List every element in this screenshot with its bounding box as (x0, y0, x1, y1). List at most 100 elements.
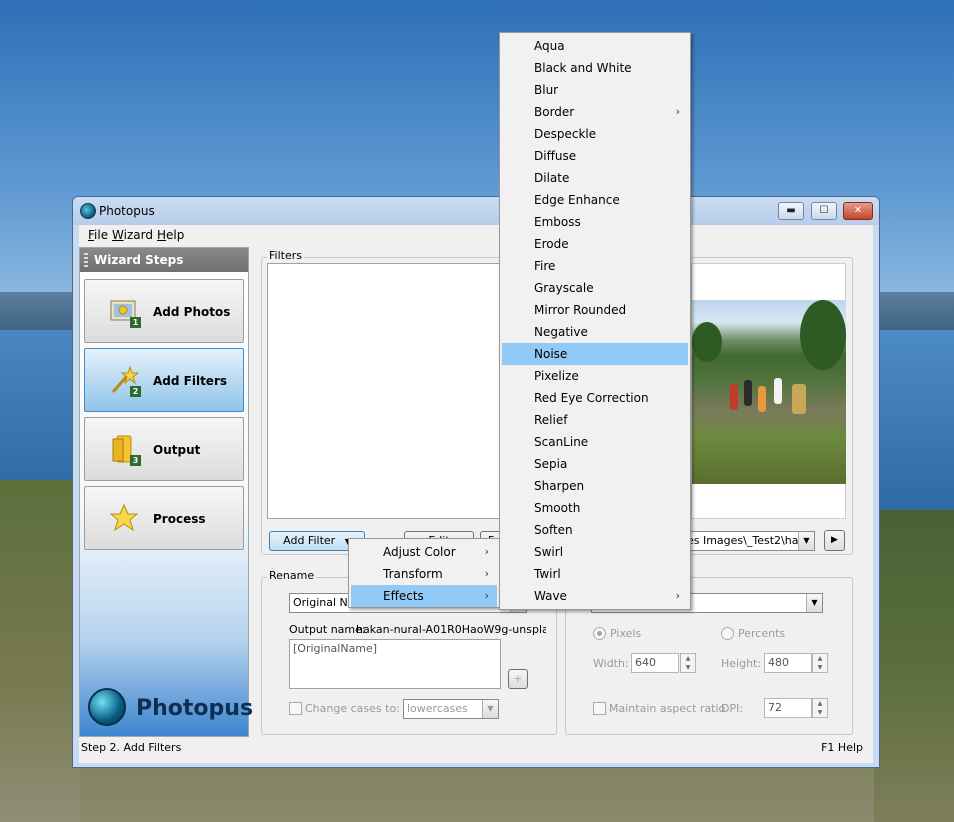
menu-item-noise[interactable]: Noise (502, 343, 688, 365)
menu-item-label: Despeckle (534, 127, 597, 141)
template-field[interactable]: [OriginalName] (289, 639, 501, 689)
menu-item-despeckle[interactable]: Despeckle (502, 123, 688, 145)
width-label: Width: (593, 657, 629, 670)
client-area: File Wizard Help Wizard Steps 1 Add Phot… (79, 225, 873, 763)
menu-item-label: Relief (534, 413, 568, 427)
menu-item-label: Soften (534, 523, 573, 537)
photo-figure (730, 384, 738, 410)
add-filter-menu: Adjust Color › Transform › Effects › (348, 538, 500, 608)
desktop-lake-right (874, 330, 954, 520)
menu-item-soften[interactable]: Soften (502, 519, 688, 541)
magic-wand-icon: 2 (109, 365, 141, 397)
menu-item-black-and-white[interactable]: Black and White (502, 57, 688, 79)
photo-figure (758, 386, 766, 412)
menu-item-erode[interactable]: Erode (502, 233, 688, 255)
close-button[interactable]: ✕ (843, 202, 873, 220)
preview-panel (691, 263, 846, 519)
photo-tree (800, 300, 846, 370)
menu-item-relief[interactable]: Relief (502, 409, 688, 431)
cases-combo-value: lowercases (407, 702, 468, 715)
menu-item-swirl[interactable]: Swirl (502, 541, 688, 563)
menu-item-blur[interactable]: Blur (502, 79, 688, 101)
menu-item-adjust-color[interactable]: Adjust Color › (351, 541, 497, 563)
menu-item-negative[interactable]: Negative (502, 321, 688, 343)
menu-item-label: Emboss (534, 215, 581, 229)
desktop-lake-left (0, 330, 80, 490)
menu-wizard[interactable]: Wizard (112, 228, 153, 242)
menu-item-label: Negative (534, 325, 588, 339)
minimize-button[interactable]: ▬ (778, 202, 804, 220)
menu-help[interactable]: Help (157, 228, 184, 242)
menu-item-sepia[interactable]: Sepia (502, 453, 688, 475)
insert-tag-button[interactable]: + (508, 669, 528, 689)
menu-item-fire[interactable]: Fire (502, 255, 688, 277)
step-add-filters[interactable]: 2 Add Filters (84, 348, 244, 412)
pixels-radio[interactable] (593, 627, 606, 640)
height-input[interactable]: 480 (764, 653, 812, 673)
height-label: Height: (721, 657, 762, 670)
menu-item-label: Grayscale (534, 281, 594, 295)
menu-item-edge-enhance[interactable]: Edge Enhance (502, 189, 688, 211)
dpi-stepper[interactable]: ▲ ▼ (812, 698, 828, 718)
menu-bar: File Wizard Help (79, 225, 873, 245)
output-name-value: hakan-nural-A01R0HaoW9g-unsplash.jp (356, 623, 546, 636)
cases-combo[interactable]: lowercases ▼ (403, 699, 499, 719)
chevron-right-icon: › (484, 589, 489, 602)
menu-item-red-eye-correction[interactable]: Red Eye Correction (502, 387, 688, 409)
wizard-header: Wizard Steps (80, 248, 248, 272)
menu-item-emboss[interactable]: Emboss (502, 211, 688, 233)
menu-item-transform[interactable]: Transform › (351, 563, 497, 585)
dpi-label: DPI: (721, 702, 744, 715)
preview-path-text: ues Images\_Test2\ha (680, 534, 799, 547)
menu-item-border[interactable]: Border › (502, 101, 688, 123)
menu-item-pixelize[interactable]: Pixelize (502, 365, 688, 387)
menu-item-scanline[interactable]: ScanLine (502, 431, 688, 453)
menu-file[interactable]: File (88, 228, 108, 242)
menu-item-label: Wave (534, 589, 567, 603)
dpi-input[interactable]: 72 (764, 698, 812, 718)
wizard-panel: Wizard Steps 1 Add Photos 2 Add Filters (79, 247, 253, 737)
change-cases-checkbox[interactable] (289, 702, 302, 715)
height-stepper[interactable]: ▲ ▼ (812, 653, 828, 673)
menu-item-smooth[interactable]: Smooth (502, 497, 688, 519)
step-badge: 3 (130, 455, 141, 466)
filters-list[interactable] (267, 263, 503, 519)
app-window: Photopus ▬ ☐ ✕ File Wizard Help Wizard S… (72, 196, 880, 768)
menu-item-label: Pixelize (534, 369, 579, 383)
menu-item-sharpen[interactable]: Sharpen (502, 475, 688, 497)
step-output[interactable]: 3 Output (84, 417, 244, 481)
maximize-button[interactable]: ☐ (811, 202, 837, 220)
width-input[interactable]: 640 (631, 653, 679, 673)
next-photo-button[interactable]: ▶ (824, 530, 845, 551)
chevron-right-icon: › (484, 567, 489, 580)
step-add-photos[interactable]: 1 Add Photos (84, 279, 244, 343)
rename-label: Rename (267, 569, 317, 582)
menu-item-twirl[interactable]: Twirl (502, 563, 688, 585)
preview-photo (692, 300, 846, 484)
menu-item-label: Twirl (534, 567, 561, 581)
desktop-hill-right (874, 510, 954, 822)
menu-item-diffuse[interactable]: Diffuse (502, 145, 688, 167)
photopus-logo-icon (88, 688, 126, 726)
menu-item-dilate[interactable]: Dilate (502, 167, 688, 189)
menu-item-aqua[interactable]: Aqua (502, 35, 688, 57)
menu-item-label: Sharpen (534, 479, 585, 493)
menu-item-mirror-rounded[interactable]: Mirror Rounded (502, 299, 688, 321)
menu-item-grayscale[interactable]: Grayscale (502, 277, 688, 299)
menu-item-wave[interactable]: Wave › (502, 585, 688, 607)
menu-item-label: Fire (534, 259, 556, 273)
percents-radio[interactable] (721, 627, 734, 640)
photos-icon: 1 (109, 296, 141, 328)
step-process[interactable]: Process (84, 486, 244, 550)
aspect-ratio-checkbox[interactable] (593, 702, 606, 715)
width-stepper[interactable]: ▲ ▼ (680, 653, 696, 673)
chevron-right-icon: › (675, 105, 680, 118)
title-bar[interactable]: Photopus ▬ ☐ ✕ (73, 197, 879, 225)
menu-item-effects[interactable]: Effects › (351, 585, 497, 607)
chevron-right-icon: › (484, 545, 489, 558)
effects-menu: Aqua Black and White Blur Border › Despeckle D… (499, 32, 691, 610)
chevron-down-icon: ▼ (806, 594, 822, 612)
grip-icon (84, 253, 88, 267)
chevron-right-icon: › (675, 589, 680, 602)
menu-item-label: Border (534, 105, 575, 119)
